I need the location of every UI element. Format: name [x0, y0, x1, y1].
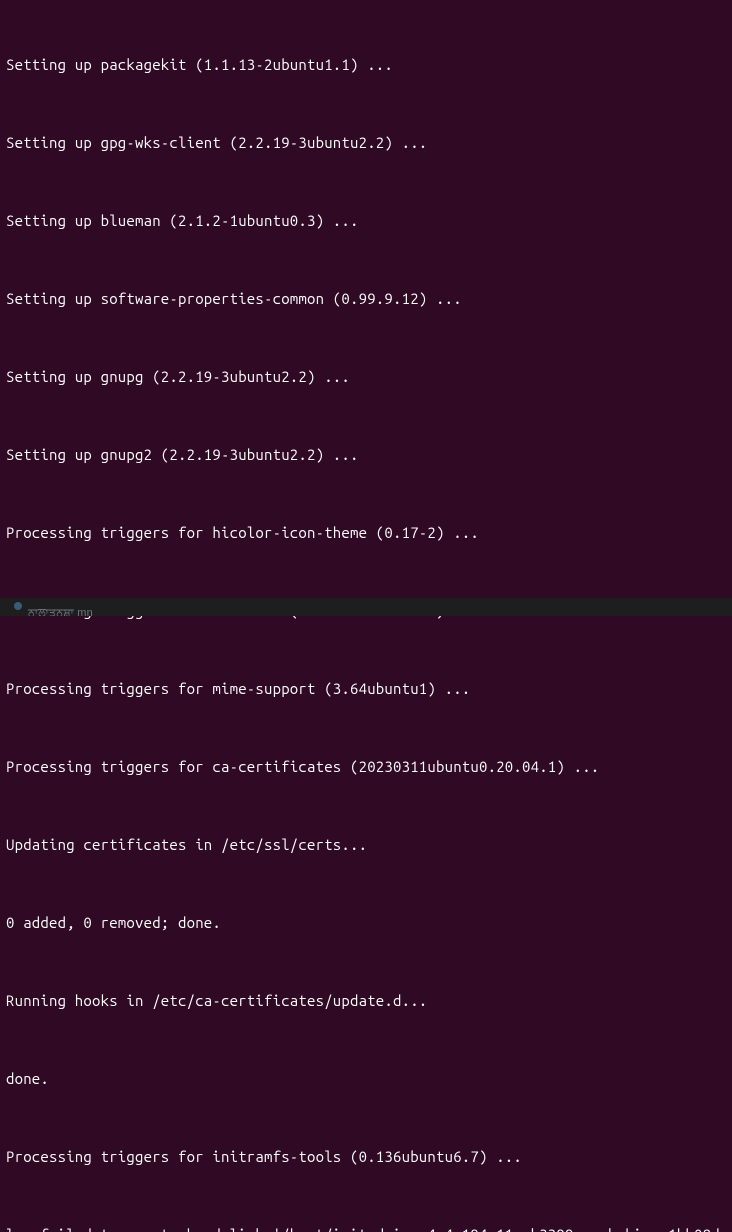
output-line: Processing triggers for ca-certificates …	[6, 754, 726, 780]
terminal-output[interactable]: Setting up packagekit (1.1.13-2ubuntu1.1…	[6, 0, 726, 1232]
output-line: Setting up gpg-wks-client (2.2.19-3ubunt…	[6, 130, 726, 156]
output-line: Processing triggers for mime-support (3.…	[6, 676, 726, 702]
tab-app-icon	[14, 602, 22, 610]
tab-label[interactable]: ਨਾਲਾਤਨਸ਼ਾ mn	[28, 600, 93, 616]
output-line: Setting up gnupg (2.2.19-3ubuntu2.2) ...	[6, 364, 726, 390]
output-line: Processing triggers for initramfs-tools …	[6, 1144, 726, 1170]
output-line: Updating certificates in /etc/ssl/certs.…	[6, 832, 726, 858]
output-line: Setting up gnupg2 (2.2.19-3ubuntu2.2) ..…	[6, 442, 726, 468]
output-line: 0 added, 0 removed; done.	[6, 910, 726, 936]
output-line: ln: failed to create hard link '/boot/in…	[6, 1222, 726, 1232]
output-line: Processing triggers for hicolor-icon-the…	[6, 520, 726, 546]
output-line: Running hooks in /etc/ca-certificates/up…	[6, 988, 726, 1014]
output-line: Setting up software-properties-common (0…	[6, 286, 726, 312]
output-line: done.	[6, 1066, 726, 1092]
output-line: Setting up packagekit (1.1.13-2ubuntu1.1…	[6, 52, 726, 78]
output-line: Setting up blueman (2.1.2-1ubuntu0.3) ..…	[6, 208, 726, 234]
bottom-taskbar: ਨਾਲਾਤਨਸ਼ਾ mn	[0, 598, 732, 616]
